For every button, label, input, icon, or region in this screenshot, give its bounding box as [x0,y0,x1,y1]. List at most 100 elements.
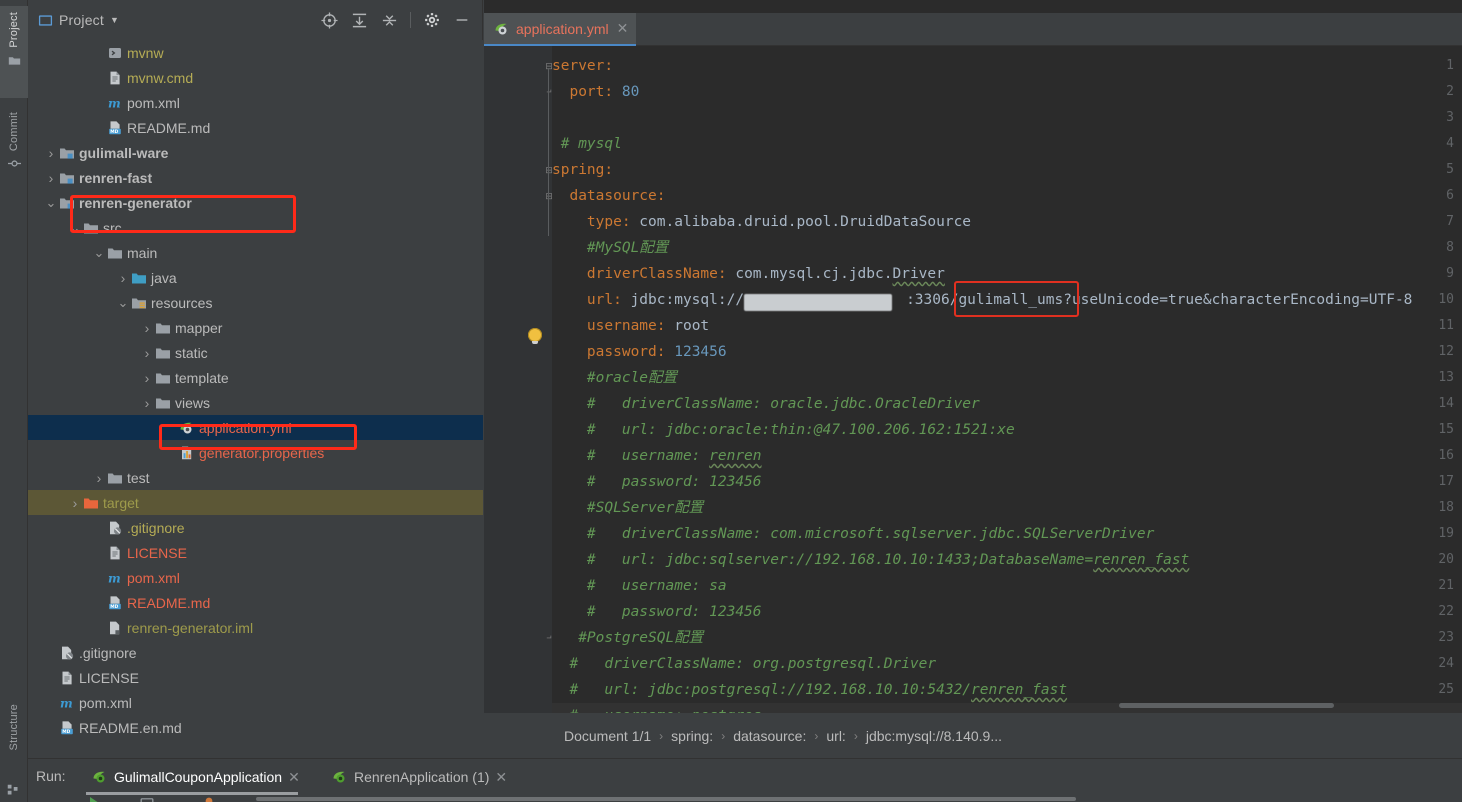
tree-item-license[interactable]: LICENSE [28,540,483,565]
code-line-16[interactable]: # username: renren [552,443,762,469]
code-line-17[interactable]: # password: 123456 [552,469,762,495]
chevron-right-icon[interactable]: › [68,495,82,511]
close-icon[interactable]: ✕ [495,769,507,786]
run-panel-scrollbar[interactable] [256,797,1076,801]
collapse-all-icon[interactable] [377,8,401,32]
chevron-right-icon[interactable]: › [116,270,130,286]
sidebar-item-commit[interactable]: Commit [0,106,28,194]
tree-item-pom-xml[interactable]: m pom.xml [28,690,483,715]
intention-bulb-icon[interactable] [528,328,542,344]
tree-item-test[interactable]: › test [28,465,483,490]
tree-item-static[interactable]: › static [28,340,483,365]
chevron-right-icon[interactable]: › [44,145,58,161]
chevron-down-icon[interactable]: ⌄ [44,195,58,211]
endpoints-icon[interactable] [204,797,214,802]
gear-icon[interactable] [420,8,444,32]
chevron-right-icon[interactable]: › [92,470,106,486]
breadcrumb-item[interactable]: Document 1/1 [564,728,651,744]
tree-item-target[interactable]: › target [28,490,483,515]
tree-item-generator-properties[interactable]: generator.properties [28,440,483,465]
code-line-15[interactable]: # url: jdbc:oracle:thin:@47.100.206.162:… [552,417,1015,443]
code-line-12[interactable]: password: 123456 [552,339,727,365]
code-line-14[interactable]: # driverClassName: oracle.jdbc.OracleDri… [552,391,980,417]
code-line-11[interactable]: username: root [552,313,709,339]
tree-item-resources[interactable]: ⌄ resources [28,290,483,315]
tree-item--gitignore[interactable]: .gitignore [28,515,483,540]
chevron-down-icon[interactable]: ⌄ [92,245,106,261]
chevron-down-icon[interactable]: ⌄ [68,220,82,236]
code-line-25[interactable]: # url: jdbc:postgresql://192.168.10.10:5… [552,677,1067,703]
rerun-icon[interactable] [90,797,99,802]
console-icon[interactable] [140,798,154,802]
code-line-4[interactable]: # mysql [552,131,622,157]
tree-item-pom-xml[interactable]: m pom.xml [28,565,483,590]
code-line-7[interactable]: type: com.alibaba.druid.pool.DruidDataSo… [552,209,971,235]
run-tab-renren-application[interactable]: RenrenApplication (1) ✕ [326,763,513,791]
project-tree[interactable]: mvnw mvnw.cmd m pom.xml MD README.md › gulimall… [28,40,483,758]
tree-item-gulimall-ware[interactable]: › gulimall-ware [28,140,483,165]
breadcrumb-item[interactable]: spring: [671,728,713,744]
expand-all-icon[interactable] [347,8,371,32]
sidebar-item-structure[interactable]: Structure [0,700,28,792]
code-line-9[interactable]: driverClassName: com.mysql.cj.jdbc.Drive… [552,261,945,287]
tree-item-application-yml[interactable]: application.yml [28,415,483,440]
code-line-5[interactable]: spring: [552,157,613,183]
code-line-24[interactable]: # driverClassName: org.postgresql.Driver [552,651,936,677]
code-line-26[interactable]: # username: postgres [552,703,761,713]
code-line-19[interactable]: # driverClassName: com.microsoft.sqlserv… [552,521,1154,547]
tree-item--gitignore[interactable]: .gitignore [28,640,483,665]
chevron-right-icon[interactable]: › [140,320,154,336]
sidebar-item-project[interactable]: Project [0,6,28,98]
tree-item-readme-md[interactable]: MD README.md [28,590,483,615]
code-line-8[interactable]: #MySQL配置 [552,235,668,261]
breadcrumb-item[interactable]: url: [826,728,845,744]
close-icon[interactable]: ✕ [288,769,300,786]
tree-item-java[interactable]: › java [28,265,483,290]
chevron-right-icon[interactable]: › [44,170,58,186]
breadcrumb-item[interactable]: datasource: [733,728,806,744]
run-tab-gulimall-coupon[interactable]: GulimallCouponApplication ✕ [86,763,306,791]
editor-horizontal-scrollbar[interactable] [1119,703,1334,708]
tree-item-readme-en-md[interactable]: MD README.en.md [28,715,483,740]
tree-item-mapper[interactable]: › mapper [28,315,483,340]
code-line-13[interactable]: #oracle配置 [552,365,677,391]
tree-item-renren-generator[interactable]: ⌄ renren-generator [28,190,483,215]
chevron-down-icon[interactable]: ⌄ [116,295,130,311]
code-line-2[interactable]: port: 80 [552,79,639,105]
tab-application-yml[interactable]: application.yml ✕ [484,13,637,46]
tree-item-mvnw[interactable]: mvnw [28,40,483,65]
tree-item-label: .gitignore [127,519,185,536]
tree-item-views[interactable]: › views [28,390,483,415]
tree-item-readme-md[interactable]: MD README.md [28,115,483,140]
select-opened-file-icon[interactable] [317,8,341,32]
code-text[interactable]: server: port: 80 # mysql spring: datasour… [552,46,1462,713]
chevron-right-icon[interactable]: › [140,345,154,361]
code-line-18[interactable]: #SQLServer配置 [552,495,703,521]
code-line-6[interactable]: datasource: [552,183,665,209]
tree-item-main[interactable]: ⌄ main [28,240,483,265]
minimize-icon[interactable] [450,8,474,32]
tree-item-license[interactable]: LICENSE [28,665,483,690]
tree-item-pom-xml[interactable]: m pom.xml [28,90,483,115]
tree-item-src[interactable]: ⌄ src [28,215,483,240]
code-line-1[interactable]: server: [552,53,613,79]
code-line-22[interactable]: # password: 123456 [552,599,762,625]
tree-item-template[interactable]: › template [28,365,483,390]
code-line-20[interactable]: # url: jdbc:sqlserver://192.168.10.10:14… [552,547,1189,573]
breadcrumb-item[interactable]: jdbc:mysql://8.140.9... [866,728,1002,744]
maven-icon: m [58,695,76,711]
tree-item-renren-generator-iml[interactable]: renren-generator.iml [28,615,483,640]
code-line-21[interactable]: # username: sa [552,573,727,599]
tree-item-renren-fast[interactable]: › renren-fast [28,165,483,190]
breadcrumb[interactable]: Document 1/1 › spring: › datasource: › url: › jd… [484,713,1462,758]
code-line-23[interactable]: #PostgreSQL配置 [552,625,703,651]
chevron-down-icon[interactable]: ▼ [110,15,119,25]
chevron-right-icon[interactable]: › [140,395,154,411]
breadcrumb-separator: › [659,728,664,743]
code-line-10[interactable]: url: jdbc:mysql://:3306/gulimall_ums?use… [552,287,1412,313]
chevron-right-icon[interactable]: › [140,370,154,386]
code-viewport[interactable]: 1 2 3 4 5 6 7 8 9 10 11 12 13 14 15 16 17 18 19 20 21 22 23 24 2… [484,46,1462,713]
tree-item-mvnw-cmd[interactable]: mvnw.cmd [28,65,483,90]
editor-gutter[interactable] [484,46,552,713]
close-icon[interactable]: ✕ [617,20,629,37]
